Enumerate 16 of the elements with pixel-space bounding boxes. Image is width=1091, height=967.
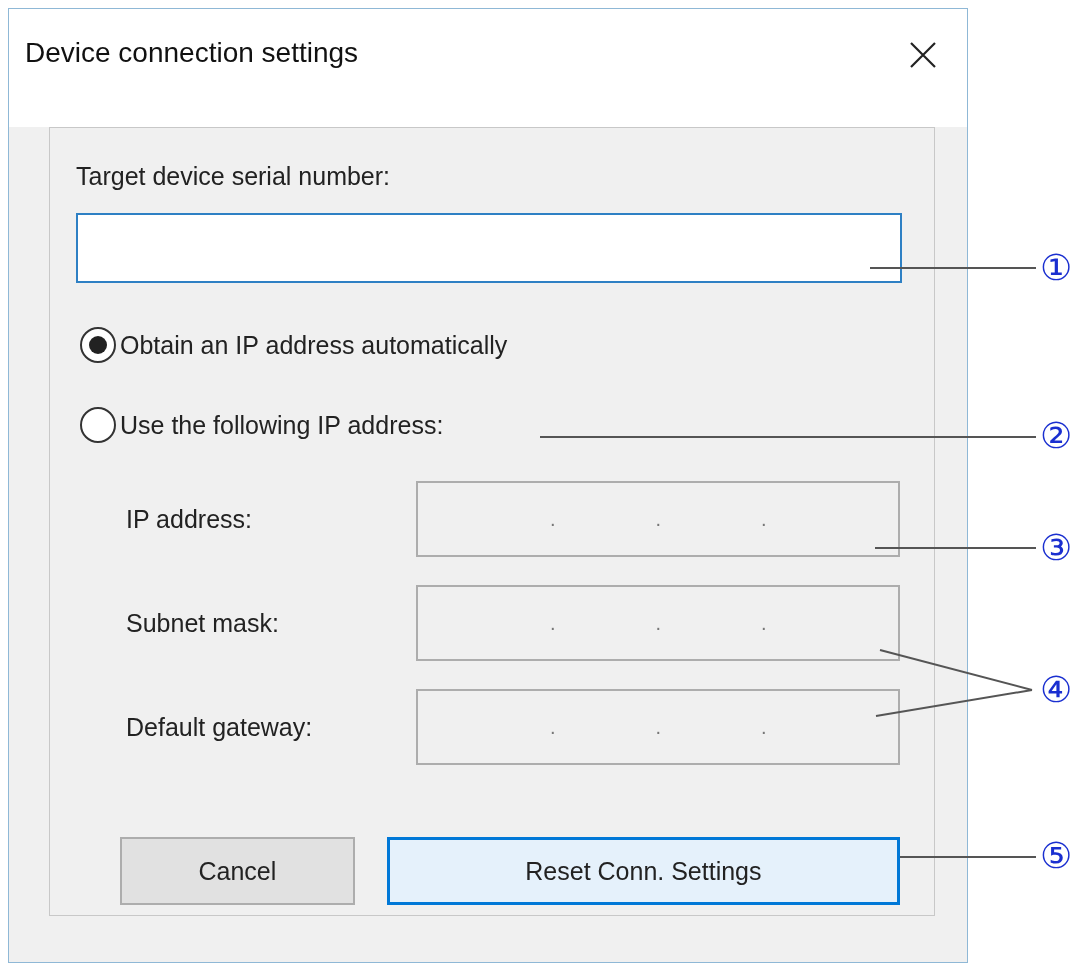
callout-number: ⑤ — [1040, 838, 1073, 874]
radio-option[interactable]: Obtain an IP address automatically — [80, 327, 900, 363]
field-label: IP address: — [126, 504, 253, 534]
callout-number: ③ — [1040, 530, 1073, 566]
radio-option[interactable]: Use the following IP address: — [80, 407, 900, 443]
callout-number: ① — [1040, 250, 1073, 286]
reset-button[interactable]: Reset Conn. Settings — [386, 837, 900, 905]
window-title: Device connection settings — [25, 37, 359, 69]
callout-number: ② — [1040, 418, 1073, 454]
field-label: Default gateway: — [126, 712, 314, 742]
cancel-button[interactable]: Cancel — [120, 837, 355, 905]
close-icon[interactable] — [909, 41, 937, 69]
field-label: Subnet mask: — [126, 608, 280, 638]
serial-number-field[interactable] — [76, 213, 902, 283]
callout-number: ④ — [1040, 672, 1073, 708]
field-label: Target device serial number: — [76, 162, 392, 191]
